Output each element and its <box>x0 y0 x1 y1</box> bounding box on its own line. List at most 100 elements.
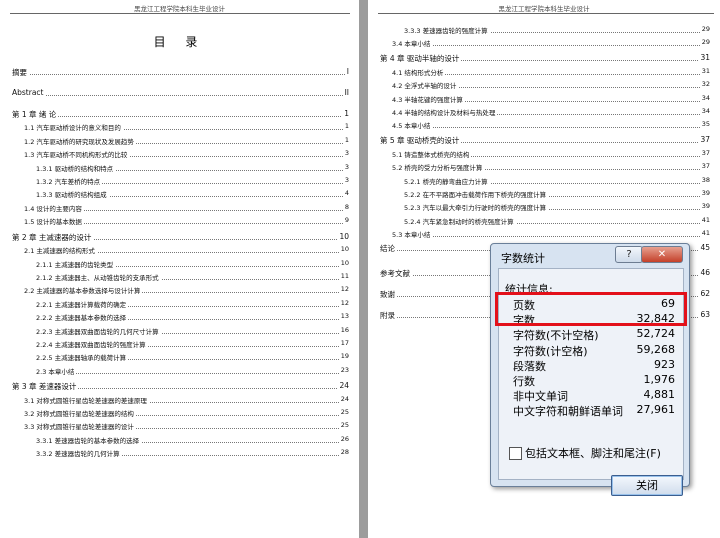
toc-entry[interactable]: 3.3.2 差速器齿轮的几何计算 28 <box>36 448 349 459</box>
toc-entry-page: II <box>342 88 349 97</box>
toc-entry[interactable]: 4.3 半轴花键的强度计算 34 <box>392 93 710 104</box>
page-header: 黑龙江工程学院本科生毕业设计 <box>134 5 225 13</box>
toc-entry-page: 35 <box>699 120 710 129</box>
toc-entry-page: 46 <box>698 268 710 278</box>
toc-entry[interactable]: 第 4 章 驱动半轴的设计 31 <box>380 53 710 65</box>
toc-entry-page: 41 <box>699 229 710 238</box>
include-textboxes-label[interactable]: 包括文本框、脚注和尾注(F) <box>525 445 661 461</box>
help-button[interactable]: ? <box>615 246 643 263</box>
toc-entry-title: 3.3.1 差速器齿轮的基本参数的选择 <box>36 434 142 445</box>
toc-entry-title: 2.2 主减速器的基本参数选择与设计计算 <box>24 285 143 296</box>
toc-entry-page: 25 <box>338 408 349 416</box>
toc-entry-page: 3 <box>342 162 349 171</box>
toc-entry-title: 4.2 全浮式半轴的设计 <box>392 80 459 91</box>
toc-entry[interactable]: 1.3 汽车驱动桥不同机构形式的比较 3 <box>24 149 349 160</box>
stat-label: 中文字符和朝鲜语单词 <box>513 405 623 419</box>
stat-row: 非中文单词 4,881 <box>513 388 675 403</box>
toc-entry-page: 34 <box>699 107 710 115</box>
page-header: 黑龙江工程学院本科生毕业设计 <box>498 5 590 13</box>
toc-entry[interactable]: 1.3.2 汽车差桥的特点 3 <box>36 176 349 186</box>
stat-row: 段落数 923 <box>513 358 675 373</box>
toc-entry[interactable]: 第 2 章 主减速器的设计 10 <box>12 231 349 243</box>
toc-entry-title: 2.1 主减速器的结构形式 <box>24 245 97 256</box>
toc-entry-title: 1.1 汽车驱动桥设计的意义和目的 <box>24 122 123 133</box>
toc-entry[interactable]: 5.2 桥壳的受力分析与强度计算 37 <box>392 162 710 173</box>
toc-entry[interactable]: 第 3 章 差速器设计 24 <box>12 381 349 393</box>
toc-entry[interactable]: 2.2.4 主减速器双曲面齿轮的强度计算 17 <box>36 338 349 349</box>
toc-entry-page: 12 <box>338 285 349 294</box>
toc-entry[interactable]: 3.3.1 差速器齿轮的基本参数的选择 26 <box>36 434 349 445</box>
toc-entry[interactable]: 5.1 铸造整体式桥壳的结构 37 <box>392 148 710 159</box>
page-gap <box>359 0 368 538</box>
toc-entry[interactable]: 2.2 主减速器的基本参数选择与设计计算 12 <box>24 285 349 296</box>
toc-entry-title: 2.2.4 主减速器双曲面齿轮的强度计算 <box>36 338 148 349</box>
toc-entry[interactable]: 5.2.1 桥壳的静弯曲应力计算 38 <box>404 175 710 186</box>
toc-entry-title: 4.4 半轴的结构设计及材料与热处理 <box>392 107 498 117</box>
toc-entry[interactable]: 5.2.3 汽车以最大牵引力行驶时的桥壳的强度计算 39 <box>404 202 710 213</box>
header-rule <box>10 13 350 14</box>
toc-entry-page: 45 <box>698 243 710 253</box>
stat-row: 行数 1,976 <box>513 373 675 388</box>
toc-entry-title: 5.2 桥壳的受力分析与强度计算 <box>392 162 485 173</box>
toc-leader-dots <box>36 372 349 374</box>
toc-entry-page: 9 <box>342 216 349 225</box>
toc-entry[interactable]: 1.2 汽车驱动桥的研究现状及发展趋势 1 <box>24 135 349 146</box>
toc-entry-page: 29 <box>699 25 710 33</box>
toc-entry-title: 第 3 章 差速器设计 <box>12 381 79 393</box>
toc-entry-page: 8 <box>342 202 349 211</box>
toc-entry-page: 39 <box>699 202 710 211</box>
toc-entry-page: 1 <box>342 122 349 131</box>
toc-entry[interactable]: 1.1 汽车驱动桥设计的意义和目的 1 <box>24 122 349 133</box>
toc-entry[interactable]: 4.4 半轴的结构设计及材料与热处理 34 <box>392 107 710 117</box>
close-button[interactable]: 关闭 <box>611 475 683 496</box>
toc-entry[interactable]: 2.1 主减速器的结构形式 10 <box>24 245 349 256</box>
toc-entry-title: 结论 <box>380 243 397 255</box>
toc-entry-title: 4.3 半轴花键的强度计算 <box>392 93 465 104</box>
toc-entry[interactable]: 3.3 对称式圆锥行星齿轮差速器的设计 25 <box>24 421 349 432</box>
dialog-title: 字数统计 <box>501 252 545 265</box>
toc-entry[interactable]: 4.1 结构形式分析 31 <box>392 66 710 77</box>
toc-entry[interactable]: 4.5 本章小结 35 <box>392 120 710 131</box>
toc-entry[interactable]: 4.2 全浮式半轴的设计 32 <box>392 80 710 91</box>
toc-entry-title: 1.3.2 汽车差桥的特点 <box>36 176 103 186</box>
toc-entry[interactable]: 5.3 本章小结 41 <box>392 229 710 240</box>
toc-entry-page: 31 <box>699 66 710 75</box>
toc-entry[interactable]: 第 5 章 驱动桥壳的设计 37 <box>380 135 710 147</box>
toc-entry-title: 3.3.3 差速器齿轮的强度计算 <box>404 25 490 35</box>
stat-row: 字符数(计空格) 59,268 <box>513 343 675 358</box>
toc-entry-title: 参考文献 <box>380 268 412 280</box>
include-textboxes-checkbox[interactable] <box>509 447 522 460</box>
toc-entry[interactable]: 2.2.2 主减速器基本参数的选择 13 <box>36 312 349 323</box>
toc-entry-page: 1 <box>342 135 349 144</box>
toc-entry[interactable]: 第 1 章 绪 论 1 <box>12 109 349 120</box>
toc-entry[interactable]: 2.2.3 主减速器双曲面齿轮的几何尺寸计算 16 <box>36 325 349 336</box>
toc-entry[interactable]: 3.2 对称式圆锥行星齿轮差速器的结构 25 <box>24 408 349 418</box>
toc-entry-page: 10 <box>337 231 349 241</box>
toc-entry[interactable]: 摘要 I <box>12 67 349 78</box>
toc-entry[interactable]: 2.3 本章小结 23 <box>36 365 349 376</box>
toc-entry-title: 5.2.2 在不平路面冲击载荷作用下桥壳的强度计算 <box>404 189 549 199</box>
toc-entry[interactable]: 3.3.3 差速器齿轮的强度计算 29 <box>404 25 710 35</box>
toc-entry[interactable]: 1.3.1 驱动桥的结构和特点 3 <box>36 162 349 173</box>
toc-entry-page: 1 <box>342 109 349 118</box>
toc-entry[interactable]: 3.1 对称式圆锥行星齿轮差速器的差速原理 24 <box>24 394 349 405</box>
toc-entry-title: 3.1 对称式圆锥行星齿轮差速器的差速原理 <box>24 394 149 405</box>
toc-entry[interactable]: 5.2.4 汽车紧急制动时的桥壳强度计算 41 <box>404 215 710 226</box>
toc-entry[interactable]: 5.2.2 在不平路面冲击载荷作用下桥壳的强度计算 39 <box>404 189 710 199</box>
toc-entry-page: 37 <box>698 135 710 145</box>
toc-entry[interactable]: 1.4 设计的主要内容 8 <box>24 202 349 213</box>
toc-leader-dots <box>12 116 349 117</box>
toc-entry[interactable]: 3.4 本章小结 29 <box>392 38 710 49</box>
toc-entry[interactable]: 1.5 设计的基本数据 9 <box>24 216 349 227</box>
close-icon[interactable]: ✕ <box>641 246 683 263</box>
toc-entry-page: 16 <box>338 325 349 334</box>
toc-entry-title: 1.4 设计的主要内容 <box>24 202 84 213</box>
toc-entry[interactable]: 2.1.2 主减速器主、从动锥齿轮的支承形式 11 <box>36 271 349 282</box>
toc-entry-page: 11 <box>338 271 349 280</box>
toc-entry[interactable]: 2.2.1 主减速器计算载荷的确定 12 <box>36 298 349 309</box>
toc-entry[interactable]: 1.3.3 驱动桥的结构组成 4 <box>36 189 349 200</box>
toc-entry[interactable]: Abstract II <box>12 88 349 99</box>
toc-entry-page: 41 <box>699 215 710 224</box>
toc-entry[interactable]: 2.2.5 主减速器轴承的载荷计算 19 <box>36 352 349 363</box>
toc-entry[interactable]: 2.1.1 主减速器的齿轮类型 10 <box>36 258 349 269</box>
